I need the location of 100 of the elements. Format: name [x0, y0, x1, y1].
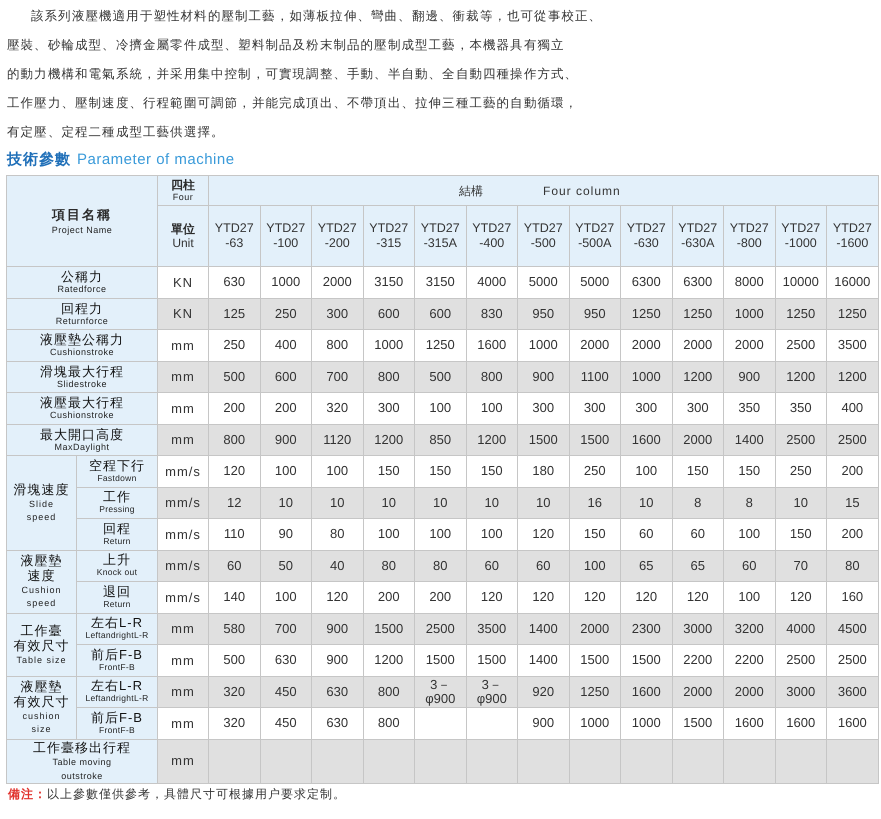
table-cell: 150 [672, 456, 724, 487]
table-cell: 600 [363, 298, 414, 330]
row-label-english: LeftandrightL-R [85, 630, 149, 642]
table-cell: 10 [260, 487, 312, 518]
table-cell: 100 [414, 518, 466, 550]
table-cell: 120 [672, 582, 724, 613]
group-label: 有效尺寸 [14, 694, 70, 709]
table-cell: 900 [724, 361, 775, 392]
table-cell: 120 [466, 582, 518, 613]
table-cell: 900 [312, 644, 363, 676]
table-cell: 1120 [312, 424, 363, 456]
row-label: 公稱力 [61, 269, 103, 284]
unit-cell: mm [158, 424, 208, 456]
row-label: 退回 [103, 584, 131, 599]
model-header: YTD27 -315A [414, 206, 466, 266]
table-cell: 60 [518, 550, 569, 582]
table-cell: 300 [518, 392, 569, 424]
model-header: YTD27 -63 [208, 206, 260, 266]
row-label-english: FrontF-B [99, 662, 135, 673]
table-cell: 500 [208, 644, 260, 676]
table-cell: 8 [724, 487, 775, 518]
table-cell: 150 [724, 456, 775, 487]
table-cell: 2200 [672, 644, 724, 676]
table-cell: 10 [466, 487, 518, 518]
row-label: 最大開口高度 [40, 426, 124, 442]
table-cell: 630 [312, 708, 363, 739]
table-cell: 1500 [363, 613, 414, 644]
table-cell: 60 [672, 518, 724, 550]
table-cell: 65 [620, 550, 672, 582]
table-cell: 100 [466, 518, 518, 550]
note-label: 備注： [8, 786, 47, 800]
group-label: 液壓墊 [20, 679, 62, 694]
table-cell: 1400 [724, 424, 775, 456]
table-cell: 1200 [672, 361, 724, 392]
table-cell: 1500 [518, 424, 569, 456]
row-label-english: Knock out [96, 567, 138, 578]
table-cell: 2500 [826, 424, 878, 456]
table-cell: 600 [414, 298, 466, 330]
table-cell: 4000 [775, 613, 826, 644]
table-cell: 580 [208, 613, 260, 644]
table-cell: 2000 [672, 424, 724, 456]
row-label-english: Table moving outstroke [52, 756, 112, 782]
table-cell: 50 [260, 550, 312, 582]
table-cell: 150 [569, 518, 620, 550]
table-cell: 800 [363, 676, 414, 708]
table-cell: 1000 [620, 361, 672, 392]
table-cell: 1200 [826, 361, 878, 392]
table-cell: 2000 [620, 330, 672, 361]
row-label: 液壓墊公稱力 [40, 332, 124, 348]
table-cell: 1200 [363, 644, 414, 676]
table-cell: 65 [672, 550, 724, 582]
table-cell: 800 [363, 361, 414, 392]
unit-cell: mm [158, 361, 208, 392]
intro-paragraph: 該系列液壓機適用于塑性材料的壓制工藝，如薄板拉伸、彎曲、翻邊、衝裁等，也可從事校正、 壓裝、砂輪成型、冷擠金屬零件成型、塑料制品及粉末制品的壓制成型工藝，本機器具有獨立 的動力機構和電氣系統，并采用集中控制，可實現調整、手動、半自動、全自動四種操作方式、 工作壓力、壓制速度、行程範圍可調節，并能完成頂出、不帶頂出、拉伸三種工藝的自動循環， 有定壓、定程二種成型工藝供選擇。 [6, 8, 604, 141]
table-cell: 16 [569, 487, 620, 518]
table-cell: 450 [260, 708, 312, 739]
table-cell: 100 [260, 582, 312, 613]
table-cell: 1200 [466, 424, 518, 456]
table-cell: 5000 [518, 266, 569, 298]
table-cell: 250 [260, 298, 312, 330]
table-cell: 450 [260, 676, 312, 708]
table-cell: 800 [208, 424, 260, 456]
row-label-english: MaxDaylight [54, 442, 110, 453]
table-cell: 600 [260, 361, 312, 392]
table-cell: 1100 [569, 361, 620, 392]
table-cell: 70 [775, 550, 826, 582]
table-cell: 60 [208, 550, 260, 582]
table-cell: 1250 [620, 298, 672, 330]
unit-cell: mm [158, 392, 208, 424]
unit-cell: mm/s [158, 518, 208, 550]
table-cell: 150 [775, 518, 826, 550]
table-cell: 300 [672, 392, 724, 424]
table-cell: 90 [260, 518, 312, 550]
model-header: YTD27 -200 [312, 206, 363, 266]
table-cell: 320 [208, 708, 260, 739]
table-cell: 2300 [620, 613, 672, 644]
table-cell: 2000 [672, 330, 724, 361]
model-header: YTD27 -1000 [775, 206, 826, 266]
note-text: 以上參數僅供參考，具體尺寸可根據用户要求定制。 [47, 786, 346, 800]
table-cell: 3000 [672, 613, 724, 644]
table-cell: 300 [569, 392, 620, 424]
table-cell: 1000 [260, 266, 312, 298]
table-cell: 140 [208, 582, 260, 613]
table-cell: 900 [518, 361, 569, 392]
table-cell: 300 [620, 392, 672, 424]
table-cell: 10 [518, 487, 569, 518]
table-cell: 150 [363, 456, 414, 487]
row-label: 工作臺移出行程 [33, 740, 131, 754]
table-cell: 320 [312, 392, 363, 424]
unit-cell: mm [158, 676, 208, 708]
row-label-english: Slidestroke [56, 378, 108, 390]
table-cell: 200 [260, 392, 312, 424]
table-cell: 1200 [775, 361, 826, 392]
table-cell: 3000 [775, 676, 826, 708]
row-label: 前后F-B [91, 648, 143, 662]
header-label: 四柱 [171, 178, 195, 190]
section-title-english: Parameter of machine [77, 150, 235, 170]
table-cell: 100 [466, 392, 518, 424]
table-cell: 3－ φ900 [466, 676, 518, 708]
unit-cell: mm [158, 613, 208, 644]
